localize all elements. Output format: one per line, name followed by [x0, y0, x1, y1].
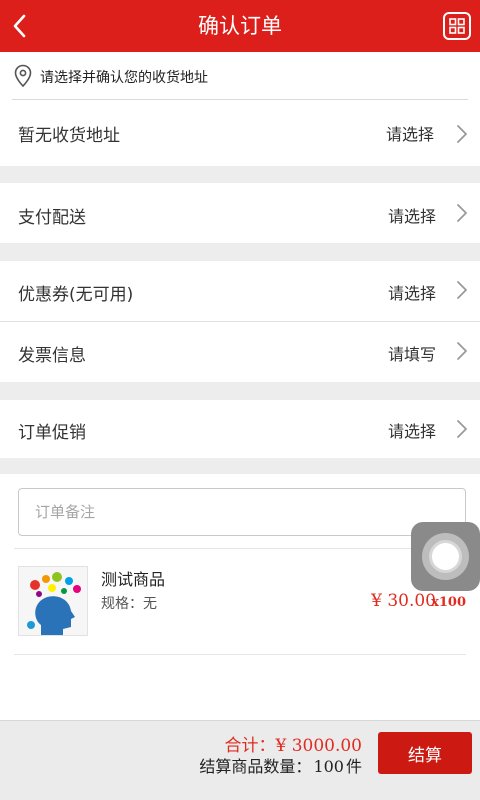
count-label: 结算商品数量： [199, 757, 312, 776]
chevron-right-icon [457, 125, 467, 143]
coupon-value: 请选择 [387, 284, 436, 303]
menu-button[interactable] [443, 12, 471, 40]
product-spec: 规格：无 [101, 596, 157, 612]
chevron-right-icon [457, 281, 467, 299]
chevron-right-icon [457, 420, 467, 438]
promotion-value: 请选择 [387, 422, 436, 441]
invoice-value: 请填写 [387, 345, 436, 364]
checkout-button[interactable]: 结算 [378, 732, 472, 774]
assistive-touch-button[interactable] [411, 522, 480, 591]
no-address-label: 暂无收货地址 [18, 126, 120, 146]
product-price: ¥ 30.00 [371, 591, 436, 611]
count-value: 100 [313, 757, 344, 776]
invoice-row[interactable]: 发票信息 请填写 [0, 322, 480, 382]
checkout-bar: 合计：¥ 3000.00 结算商品数量： 100 件 结算 [0, 720, 480, 800]
promotion-label: 订单促销 [18, 423, 86, 443]
coupon-label: 优惠券(无可用) [18, 285, 134, 305]
invoice-label: 发票信息 [18, 346, 86, 366]
payment-delivery-row[interactable]: 支付配送 请选择 [0, 183, 480, 243]
item-count: 结算商品数量： 100 件 [199, 753, 362, 777]
divider [14, 654, 466, 655]
address-hint: 请选择并确认您的收货地址 [0, 52, 480, 100]
order-remark-input[interactable] [18, 488, 466, 536]
page-title: 确认订单 [198, 14, 282, 38]
assistive-touch-inner-ring [429, 540, 462, 573]
product-name: 测试商品 [101, 570, 166, 589]
address-row[interactable]: 暂无收货地址 请选择 [0, 100, 480, 166]
top-bar: 确认订单 [0, 0, 480, 52]
count-unit: 件 [345, 757, 362, 776]
location-pin-icon [14, 64, 32, 88]
grid-menu-icon [449, 18, 465, 34]
chevron-right-icon [457, 342, 467, 360]
payment-delivery-value: 请选择 [387, 207, 436, 226]
payment-delivery-label: 支付配送 [18, 208, 86, 228]
order-detail-panel: 测试商品 规格：无 ¥ 30.00 x100 [0, 474, 480, 720]
divider [14, 548, 466, 549]
address-hint-text: 请选择并确认您的收货地址 [40, 70, 208, 86]
address-select-value: 请选择 [385, 125, 434, 144]
product-quantity: x100 [431, 595, 466, 610]
promotion-row[interactable]: 订单促销 请选择 [0, 400, 480, 458]
coupon-row[interactable]: 优惠券(无可用) 请选择 [0, 261, 480, 321]
chevron-right-icon [457, 204, 467, 222]
product-image [19, 567, 87, 635]
product-thumbnail [18, 566, 88, 636]
